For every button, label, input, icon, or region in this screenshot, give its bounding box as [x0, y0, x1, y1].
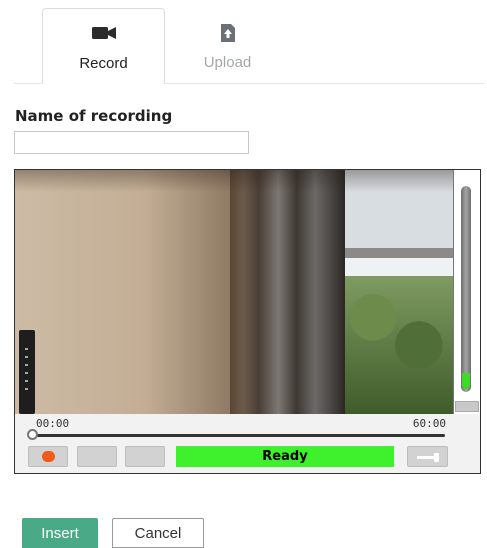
tab-upload[interactable]: Upload: [166, 8, 289, 84]
max-time: 60:00: [412, 417, 446, 430]
record-dot-icon: [42, 451, 55, 462]
audio-level-meter: [453, 170, 480, 414]
wrench-icon: [408, 453, 449, 472]
cancel-button[interactable]: Cancel: [112, 518, 204, 548]
audio-level-fill: [462, 373, 470, 389]
upload-icon: [219, 24, 237, 46]
video-camera-icon: [91, 25, 116, 44]
elapsed-time: 00:00: [36, 417, 70, 430]
stop-button[interactable]: [77, 446, 117, 467]
recording-name-input[interactable]: [14, 131, 249, 154]
status-indicator: Ready: [176, 446, 394, 467]
settings-button[interactable]: [407, 446, 448, 467]
progress-thumb[interactable]: [27, 429, 38, 440]
record-button[interactable]: [28, 446, 68, 467]
meter-scroll-button[interactable]: [455, 401, 479, 412]
tab-upload-label: Upload: [203, 54, 252, 71]
camera-preview: [15, 170, 453, 414]
recording-name-label: Name of recording: [15, 107, 173, 125]
play-button[interactable]: [125, 446, 165, 467]
recorder-controls: 00:00 60:00 Ready: [15, 414, 480, 473]
tab-record[interactable]: Record: [42, 8, 165, 84]
progress-track[interactable]: [34, 434, 445, 437]
insert-button[interactable]: Insert: [22, 518, 98, 548]
video-recorder: 00:00 60:00 Ready: [14, 169, 481, 474]
tab-record-label: Record: [79, 55, 128, 72]
